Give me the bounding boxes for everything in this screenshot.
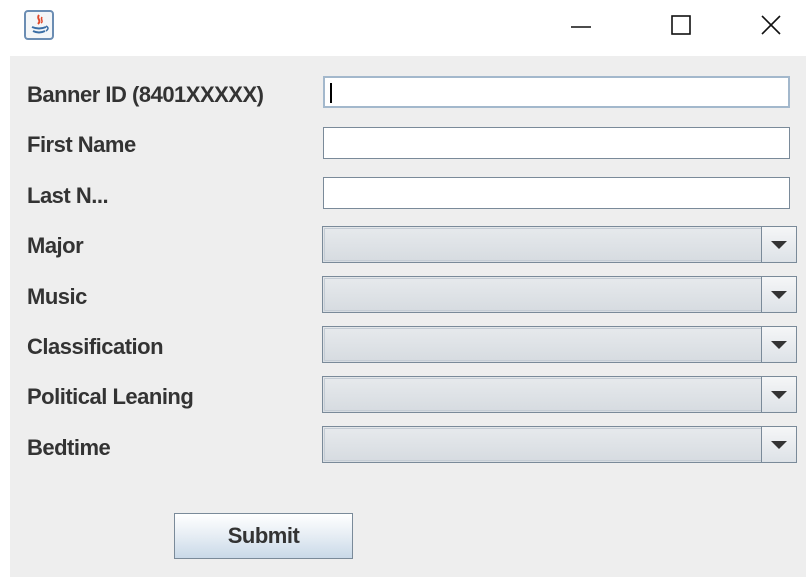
chevron-down-icon — [771, 390, 787, 399]
bedtime-combo-value — [324, 428, 762, 461]
major-dropdown-button[interactable] — [761, 227, 796, 262]
political-leaning-combo[interactable] — [322, 376, 797, 413]
major-combo[interactable] — [322, 226, 797, 263]
bedtime-combo[interactable] — [322, 426, 797, 463]
bedtime-dropdown-button[interactable] — [761, 427, 796, 462]
music-combo[interactable] — [322, 276, 797, 313]
last-name-label: Last N... — [27, 183, 109, 208]
chevron-down-icon — [771, 440, 787, 449]
music-label: Music — [27, 284, 87, 309]
political-leaning-combo-value — [324, 378, 762, 411]
major-label: Major — [27, 233, 84, 258]
submit-button[interactable]: Submit — [174, 513, 353, 559]
classification-combo-value — [324, 328, 762, 361]
classification-label: Classification — [27, 334, 164, 359]
bedtime-label: Bedtime — [27, 435, 111, 460]
major-combo-value — [324, 228, 762, 261]
app-window: Banner ID (8401XXXXX) First Name Last N.… — [0, 0, 806, 577]
chevron-down-icon — [771, 240, 787, 249]
political-leaning-label: Political Leaning — [27, 384, 194, 409]
music-combo-value — [324, 278, 762, 311]
first-name-field[interactable] — [323, 127, 790, 159]
close-icon — [761, 15, 781, 35]
banner-id-label: Banner ID (8401XXXXX) — [27, 82, 264, 107]
text-caret — [330, 83, 332, 103]
title-bar[interactable] — [0, 0, 806, 50]
maximize-button[interactable] — [656, 0, 706, 50]
form-panel: Banner ID (8401XXXXX) First Name Last N.… — [10, 56, 806, 577]
last-name-field[interactable] — [323, 177, 790, 209]
minimize-icon — [571, 26, 591, 28]
classification-combo[interactable] — [322, 326, 797, 363]
java-app-icon[interactable] — [24, 10, 54, 40]
banner-id-field[interactable] — [323, 76, 790, 108]
political-leaning-dropdown-button[interactable] — [761, 377, 796, 412]
music-dropdown-button[interactable] — [761, 277, 796, 312]
first-name-label: First Name — [27, 132, 136, 157]
close-button[interactable] — [746, 0, 796, 50]
maximize-icon — [671, 15, 691, 35]
minimize-button[interactable] — [556, 0, 606, 50]
chevron-down-icon — [771, 340, 787, 349]
classification-dropdown-button[interactable] — [761, 327, 796, 362]
chevron-down-icon — [771, 290, 787, 299]
